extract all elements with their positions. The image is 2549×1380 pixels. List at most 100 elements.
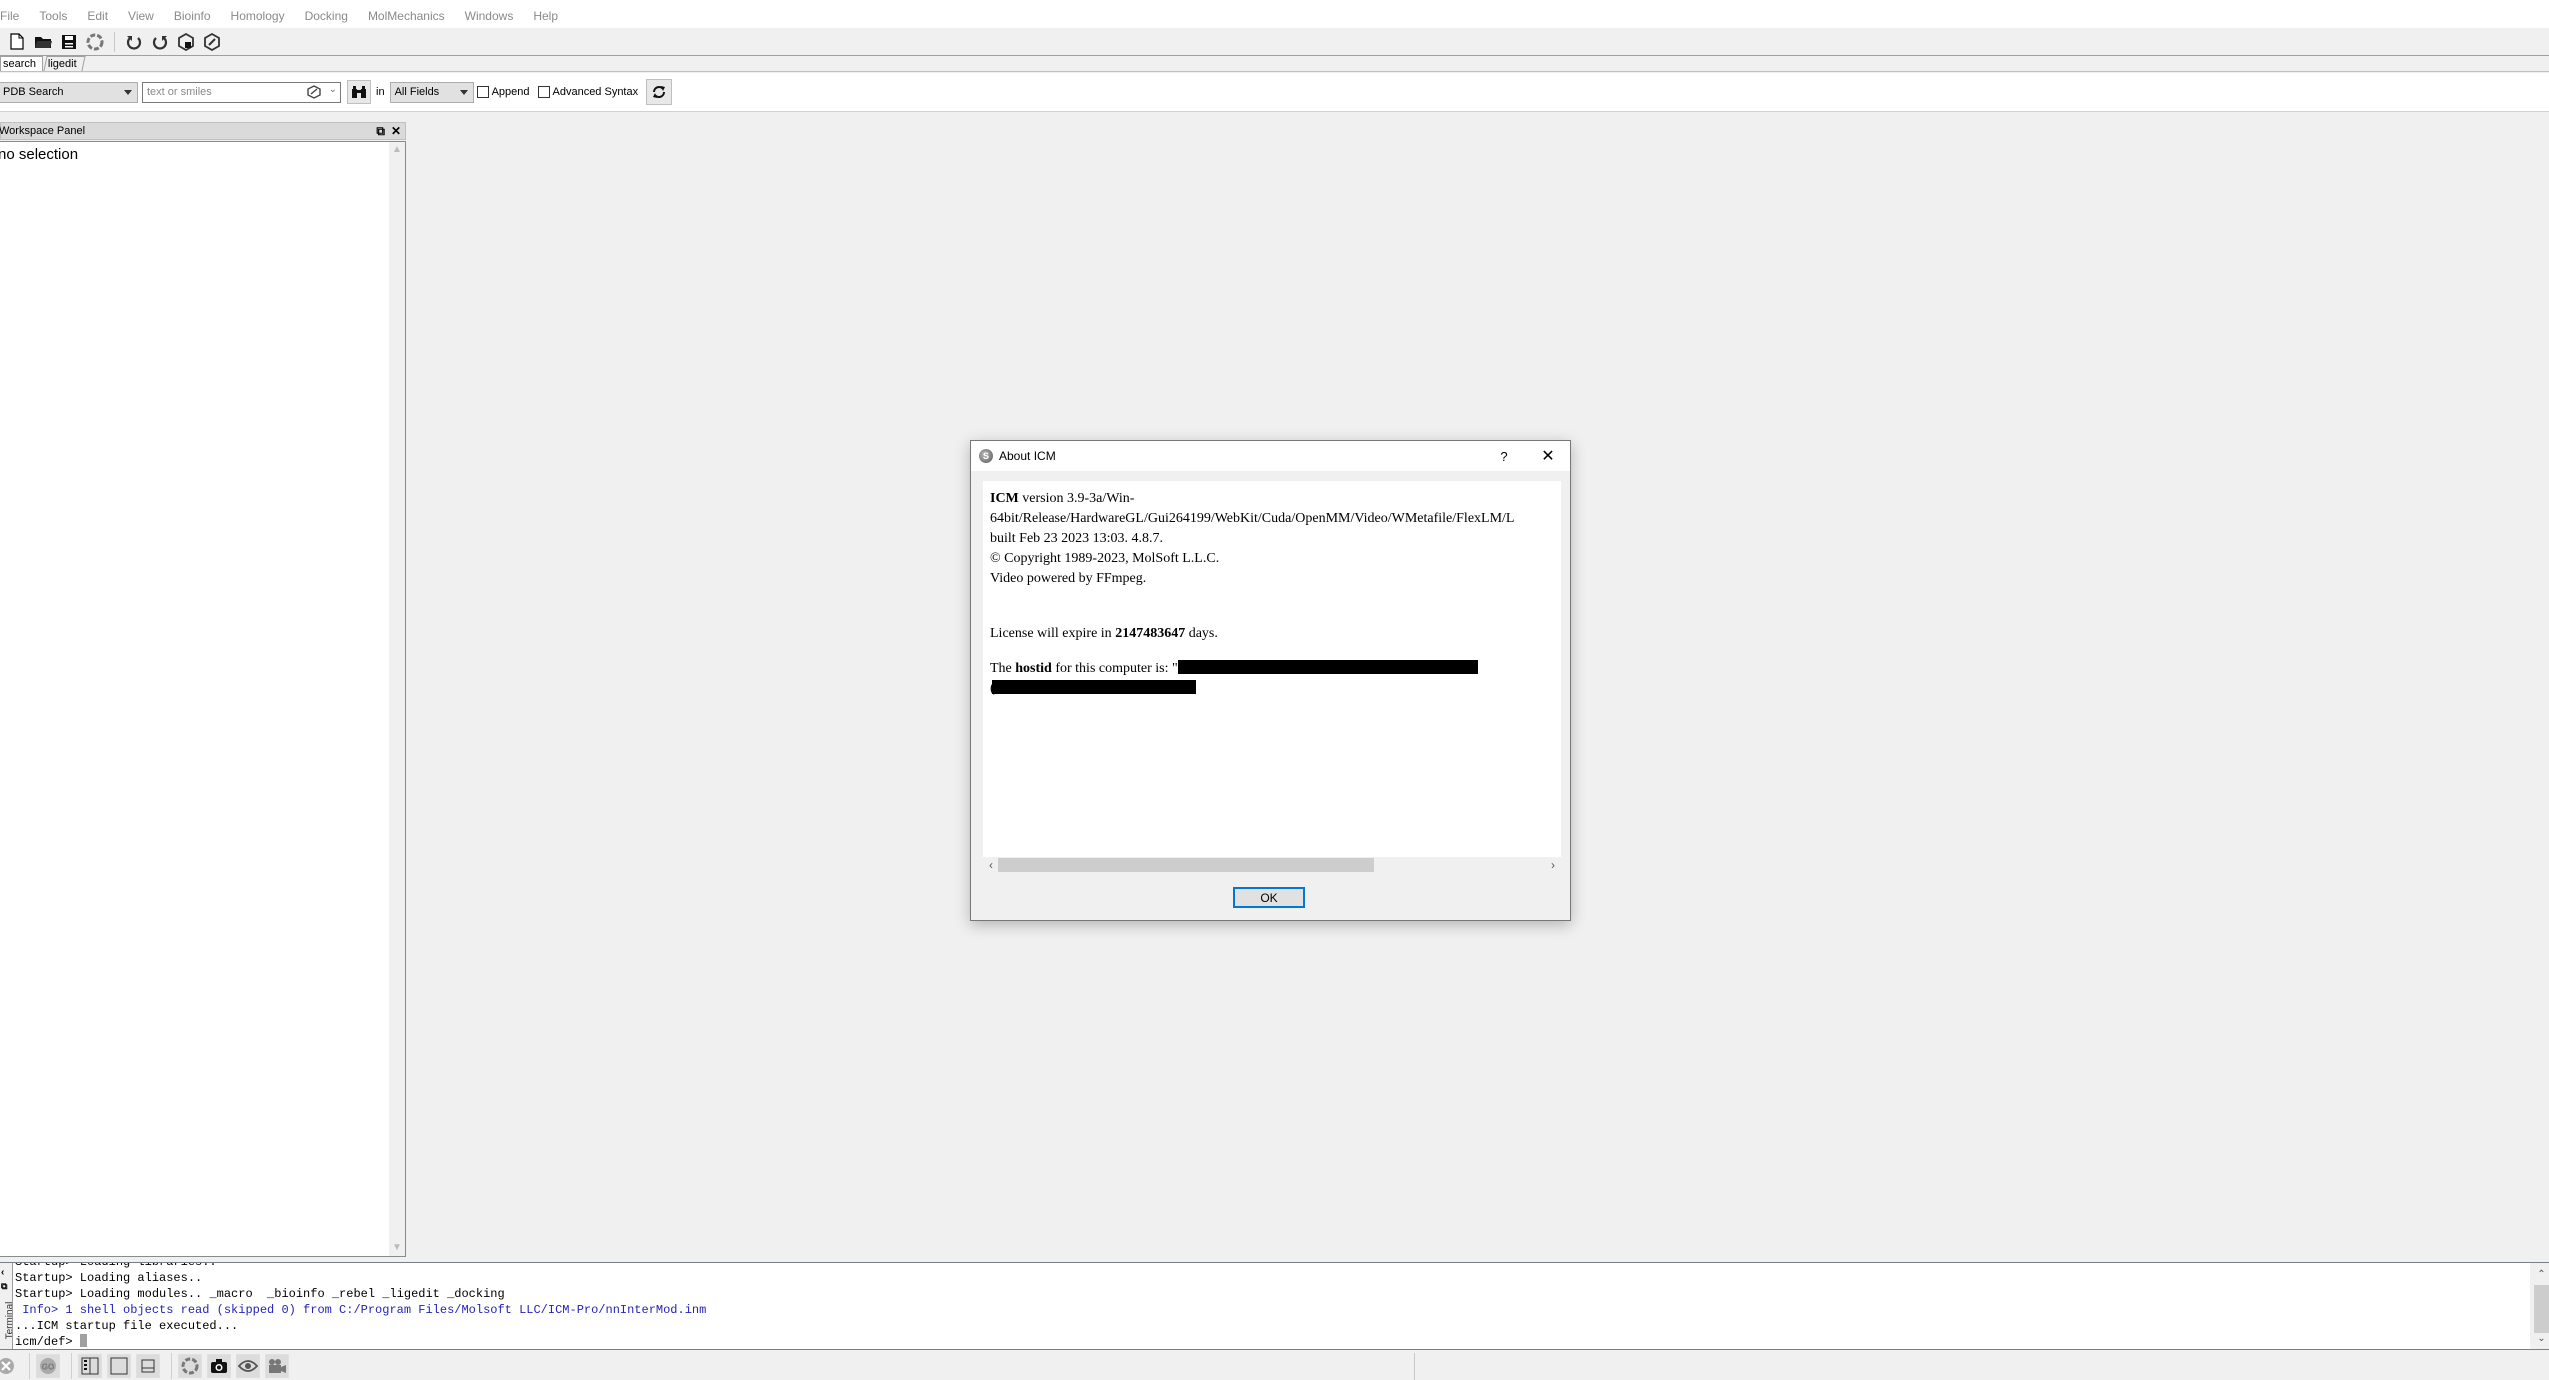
toolbar-separator [71,1352,72,1379]
menu-file[interactable]: File [0,4,29,28]
menu-docking[interactable]: Docking [295,4,358,28]
workspace-panel: no selection ▲ ▼ [0,141,406,1257]
close-button[interactable]: ✕ [1526,446,1570,466]
tab-search[interactable]: search [0,56,44,71]
camera-icon [211,1358,227,1373]
in-label: in [376,86,385,98]
tab-search-label: search [3,58,37,70]
new-file-button[interactable] [4,31,30,53]
build-flags-text: 64bit/Release/HardwareGL/Gui264199/WebKi… [990,511,1515,526]
terminal-line: Startup> Loading libraries.. [15,1263,2530,1270]
molecule-button[interactable] [82,31,108,53]
redo-button[interactable] [147,31,173,53]
hostid-line-2: ( [990,679,1561,699]
hostid-line: The hostid for this computer is: " [990,659,1561,679]
terminal-output[interactable]: Startup> Loading libraries.. Startup> Lo… [12,1263,2530,1349]
append-label: Append [491,86,530,98]
workspace-panel-header: Workspace Panel ⧉ ✕ [0,122,406,140]
scrollbar-thumb[interactable] [998,858,1374,872]
open-folder-icon [35,36,52,48]
float-panel-icon[interactable]: ⧉ [376,124,385,139]
dialog-horizontal-scrollbar[interactable]: ‹ › [983,857,1561,873]
rendering-icon [181,1357,199,1374]
panel-layout-button[interactable] [78,1353,102,1378]
license-prefix: License will expire in [990,626,1116,641]
workspace-panel-title: Workspace Panel [0,125,86,137]
movie-button[interactable] [265,1353,289,1378]
terminal-side-bar: ‹ ⧉ Terminal [0,1263,16,1349]
chevron-down-icon [124,89,132,95]
tab-bar: search ligedit [0,56,2549,72]
ffmpeg-text: Video powered by FFmpeg. [990,571,1147,586]
split-view-button[interactable] [136,1353,160,1378]
copyright-text: © Copyright 1989-2023, MolSoft L.L.C. [990,551,1220,566]
close-panel-icon[interactable]: ✕ [391,124,401,139]
terminal-line: Startup> Loading aliases.. [15,1271,203,1285]
append-checkbox-box[interactable] [476,86,489,98]
menu-view[interactable]: View [118,4,164,28]
go-button[interactable]: GO [36,1353,60,1378]
fullscreen-icon [110,1357,128,1374]
scroll-up-icon[interactable]: ⌃ [2534,1267,2549,1283]
scroll-up-icon[interactable]: ▲ [389,142,405,158]
ok-button[interactable]: OK [1233,887,1305,908]
menu-bioinfo[interactable]: Bioinfo [164,4,221,28]
scroll-right-icon[interactable]: › [1545,857,1561,873]
scrollbar-thumb[interactable] [2534,1285,2549,1333]
menu-molmechanics[interactable]: MolMechanics [358,4,455,28]
terminal-line: ...ICM startup file executed... [15,1319,239,1333]
license-line: License will expire in 2147483647 days. [990,624,1561,644]
terminal-info-line: Info> 1 shell objects read (skipped 0) f… [15,1303,707,1317]
menu-help[interactable]: Help [523,4,568,28]
rendering-button[interactable] [178,1353,202,1378]
open-button[interactable] [30,31,56,53]
chevron-down-icon [459,89,468,95]
close-terminal-icon[interactable]: ‹ [1,1267,4,1278]
menu-bar: File Tools Edit View Bioinfo Homology Do… [0,4,2549,28]
undo-icon [126,35,142,49]
refresh-button[interactable] [646,79,673,105]
menu-windows[interactable]: Windows [455,4,524,28]
scroll-left-icon[interactable]: ‹ [983,857,999,873]
save-icon [62,34,76,49]
stop-button[interactable] [0,1354,18,1378]
search-field-select[interactable]: All Fields [389,81,474,103]
append-checkbox[interactable]: Append [476,86,530,98]
search-history-dropdown-icon[interactable]: ⌄ [329,84,337,95]
tab-ligedit[interactable]: ligedit [43,56,86,71]
terminal-prompt-line[interactable]: icm/def> [15,1334,2530,1349]
scroll-down-icon[interactable]: ▼ [389,1240,405,1256]
tab-ligedit-label: ligedit [47,58,77,70]
search-input[interactable]: text or smiles ⌄ [142,81,341,103]
help-button[interactable]: ? [1482,449,1526,464]
binoculars-icon [352,86,366,98]
workspace-scrollbar[interactable]: ▲ ▼ [389,142,405,1256]
refresh-icon [653,86,666,98]
search-structure-button[interactable] [173,31,199,53]
float-terminal-icon[interactable]: ⧉ [1,1281,7,1292]
search-button[interactable] [347,80,371,104]
hostid-label: hostid [1015,661,1052,676]
hostid-text: for this computer is: " [1051,661,1178,676]
advanced-syntax-checkbox[interactable]: Advanced Syntax [537,86,639,98]
save-button[interactable] [56,31,82,53]
license-days: 2147483647 [1115,626,1186,641]
advanced-syntax-label: Advanced Syntax [552,86,639,98]
fullscreen-button[interactable] [107,1353,131,1378]
version-line: ICM version 3.9-3a/Win- [990,489,1561,509]
scroll-down-icon[interactable]: ⌄ [2534,1331,2549,1347]
sketch-molecule-icon[interactable] [306,84,322,102]
ligand-editor-icon [204,32,220,51]
terminal-scrollbar[interactable]: ⌃ ⌄ [2534,1263,2549,1349]
screenshot-button[interactable] [207,1353,231,1378]
dialog-titlebar: S About ICM ? ✕ [971,441,1570,471]
undo-button[interactable] [121,31,147,53]
menu-edit[interactable]: Edit [77,4,118,28]
ligand-editor-button[interactable] [199,31,225,53]
advanced-syntax-checkbox-box[interactable] [537,86,550,98]
svg-text:GO: GO [42,1362,54,1371]
menu-homology[interactable]: Homology [221,4,295,28]
search-source-select[interactable]: PDB Search [0,81,138,103]
menu-tools[interactable]: Tools [29,4,77,28]
view-button[interactable] [236,1353,260,1378]
